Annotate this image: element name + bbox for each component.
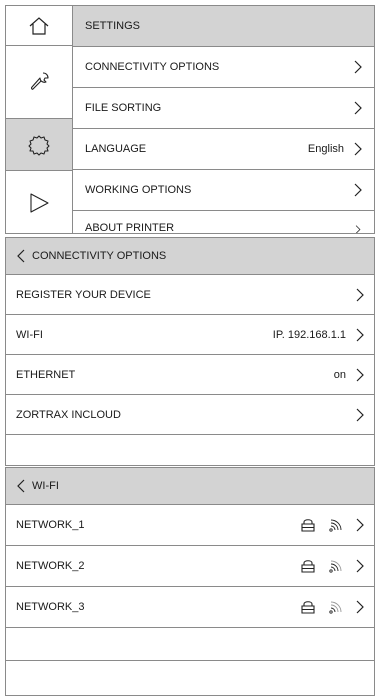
row-label: WI-FI (16, 328, 43, 341)
network-status-icons (300, 599, 344, 615)
network-name: NETWORK_2 (16, 560, 85, 572)
menu-item-label: CONNECTIVITY OPTIONS (85, 61, 220, 73)
chevron-right-icon (356, 408, 364, 421)
network-status-icons (300, 517, 344, 533)
connectivity-panel: CONNECTIVITY OPTIONS REGISTER YOUR DEVIC… (5, 237, 375, 466)
chevron-left-icon (17, 479, 25, 493)
sidebar-tools-button[interactable] (6, 46, 72, 119)
lock-icon (301, 601, 315, 614)
lock-icon (301, 560, 315, 573)
network-row[interactable]: NETWORK_1 (6, 505, 374, 546)
settings-title: SETTINGS (73, 6, 374, 47)
menu-item-label: WORKING OPTIONS (85, 184, 192, 196)
sidebar-settings-button[interactable] (6, 119, 72, 171)
menu-item-language[interactable]: LANGUAGE English (73, 129, 374, 170)
chevron-right-icon (354, 101, 362, 115)
language-value: English (307, 143, 344, 155)
network-name: NETWORK_1 (16, 519, 85, 531)
wifi-ip-value: IP. 192.168.1.1 (272, 328, 346, 341)
chevron-right-icon (356, 518, 364, 532)
sidebar-home-button[interactable] (6, 6, 72, 46)
wifi-signal-icon (329, 519, 342, 532)
wifi-back-header[interactable]: WI-FI (6, 468, 374, 505)
menu-item-label: FILE SORTING (85, 102, 162, 114)
network-status-icons (300, 558, 344, 574)
ethernet-status-value: on (333, 368, 346, 381)
menu-item-connectivity-options[interactable]: CONNECTIVITY OPTIONS (73, 47, 374, 88)
row-register-device[interactable]: REGISTER YOUR DEVICE (6, 275, 374, 315)
chevron-right-icon (356, 368, 364, 381)
connectivity-back-header[interactable]: CONNECTIVITY OPTIONS (6, 238, 374, 275)
menu-item-label: LANGUAGE (85, 143, 147, 155)
chevron-right-icon (354, 183, 362, 197)
row-label: ZORTRAX INCLOUD (16, 408, 121, 421)
sidebar-print-button[interactable] (6, 171, 72, 233)
row-ethernet[interactable]: ETHERNET on (6, 355, 374, 395)
settings-sidebar (6, 6, 73, 233)
chevron-right-icon (356, 328, 364, 341)
empty-row (6, 661, 374, 694)
row-zortrax-incloud[interactable]: ZORTRAX INCLOUD (6, 395, 374, 435)
empty-row (6, 628, 374, 661)
wifi-signal-icon (329, 601, 342, 614)
wifi-panel: WI-FI NETWORK_1 NETWORK_2 NETWORK_3 (5, 467, 375, 696)
chevron-right-icon (356, 559, 364, 573)
chevron-right-icon (356, 288, 364, 301)
network-row[interactable]: NETWORK_2 (6, 546, 374, 587)
empty-row (6, 435, 374, 465)
play-icon (30, 193, 49, 213)
row-wifi[interactable]: WI-FI IP. 192.168.1.1 (6, 315, 374, 355)
wifi-signal-icon (329, 560, 342, 573)
wrench-icon (31, 72, 49, 90)
wifi-title: WI-FI (32, 480, 59, 492)
row-label: ETHERNET (16, 368, 76, 381)
home-icon (29, 16, 49, 35)
chevron-right-icon (356, 600, 364, 614)
row-label: REGISTER YOUR DEVICE (16, 288, 151, 301)
lock-icon (301, 519, 315, 532)
settings-panel: SETTINGS CONNECTIVITY OPTIONS FILE SORTI… (5, 5, 375, 234)
connectivity-title: CONNECTIVITY OPTIONS (32, 250, 167, 262)
chevron-right-icon (354, 142, 362, 156)
settings-menu: SETTINGS CONNECTIVITY OPTIONS FILE SORTI… (73, 6, 374, 234)
gear-icon (28, 134, 50, 156)
chevron-right-icon (355, 225, 361, 233)
menu-item-working-options[interactable]: WORKING OPTIONS (73, 170, 374, 211)
network-row[interactable]: NETWORK_3 (6, 587, 374, 628)
menu-item-file-sorting[interactable]: FILE SORTING (73, 88, 374, 129)
menu-item-label: ABOUT PRINTER (85, 222, 175, 234)
menu-item-about-printer[interactable]: ABOUT PRINTER (73, 211, 374, 234)
chevron-left-icon (17, 249, 25, 263)
chevron-right-icon (354, 60, 362, 74)
network-name: NETWORK_3 (16, 601, 85, 613)
